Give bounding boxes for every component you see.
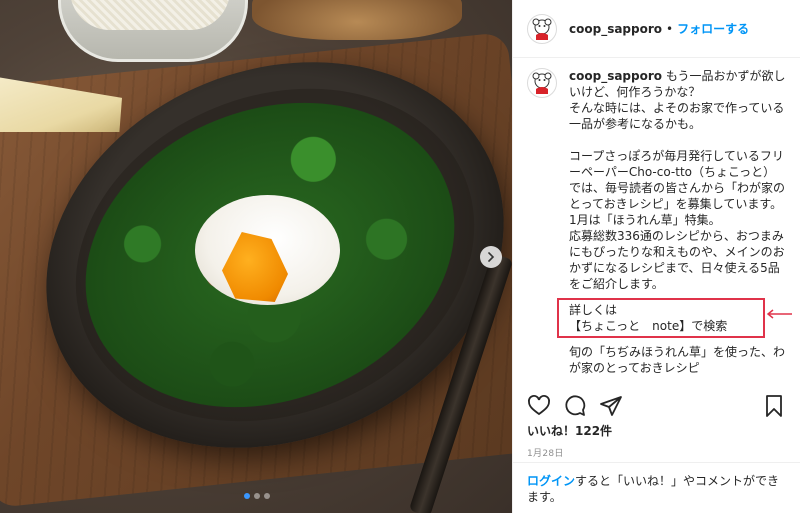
heart-icon[interactable] <box>527 394 551 418</box>
caption-tail: 旬の「ちぢみほうれん草」を使った、わが家のとっておきレシピ <box>569 345 786 375</box>
caption-username[interactable]: coop_sapporo <box>569 69 662 83</box>
header-username[interactable]: coop_sapporo <box>569 22 662 36</box>
highlight-box: 詳しくは 【ちょこっと note】で検索 <box>557 298 765 338</box>
follow-button[interactable]: フォローする <box>677 20 749 37</box>
highlight-line-2: 【ちょこっと note】で検索 <box>569 319 728 333</box>
carousel-dot[interactable] <box>244 493 250 499</box>
post-date[interactable]: 1月28日 <box>527 446 564 459</box>
coop-mascot-icon <box>532 72 552 94</box>
bookmark-icon[interactable] <box>762 394 786 418</box>
carousel-dots <box>244 493 270 499</box>
caption-avatar[interactable] <box>527 68 557 98</box>
post-side-panel: coop_sapporo • フォローする coop_sapporo もう一品お… <box>512 0 800 513</box>
highlight-line-1: 詳しくは <box>569 303 618 317</box>
comment-icon[interactable] <box>563 394 587 418</box>
login-link[interactable]: ログイン <box>527 474 575 488</box>
like-count[interactable]: いいね！122件 <box>527 422 612 439</box>
carousel-next-button[interactable] <box>480 246 502 268</box>
coop-mascot-icon <box>532 18 552 40</box>
chevron-right-icon <box>488 252 495 262</box>
avatar[interactable] <box>527 13 557 44</box>
share-icon[interactable] <box>599 394 623 418</box>
post-header: coop_sapporo • フォローする <box>513 0 800 58</box>
carousel-dot[interactable] <box>264 493 270 499</box>
caption: coop_sapporo もう一品おかずが欲しいけど、何作ろうかな？ そんな時に… <box>513 58 800 388</box>
bread-loaf <box>252 0 462 40</box>
post-photo[interactable] <box>0 0 512 513</box>
arrow-left-icon <box>766 309 792 319</box>
caption-body: コープさっぽろが毎月発行しているフリーペーパーCho-co-tto（ちょこっと）… <box>569 149 786 291</box>
login-prompt: ログインすると「いいね！」やコメントができます。 <box>513 462 800 513</box>
grated-cheese <box>70 0 230 30</box>
action-bar <box>527 392 786 420</box>
carousel-dot[interactable] <box>254 493 260 499</box>
header-separator: • <box>666 21 674 36</box>
